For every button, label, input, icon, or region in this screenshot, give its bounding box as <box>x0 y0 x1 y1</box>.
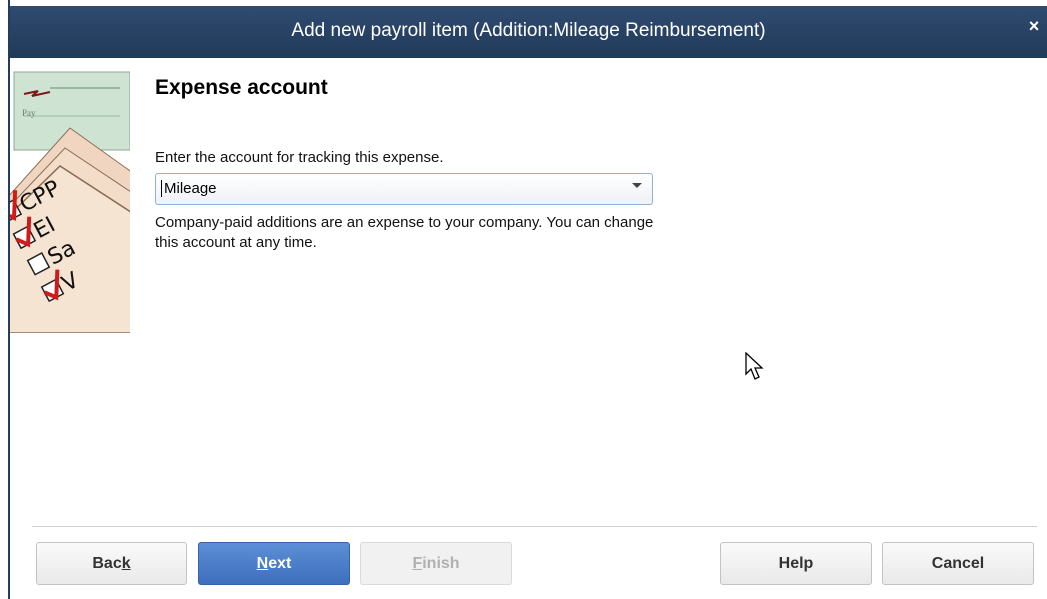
title-bar[interactable]: Add new payroll item (Addition:Mileage R… <box>10 6 1047 58</box>
account-prompt-label: Enter the account for tracking this expe… <box>155 149 444 166</box>
expense-account-select[interactable]: Mileage <box>155 173 653 205</box>
chevron-down-icon[interactable] <box>632 183 642 188</box>
help-button[interactable]: Help <box>720 542 872 585</box>
cancel-button[interactable]: Cancel <box>882 542 1034 585</box>
finish-label-hotkey: F <box>412 555 423 572</box>
mouse-pointer-icon <box>745 352 764 380</box>
back-button[interactable]: Back <box>36 542 187 585</box>
checklist-graphic: Pay CPP EI Sa V <box>10 58 130 333</box>
footer-divider <box>32 526 1037 527</box>
back-label-pre: Bac <box>92 555 122 572</box>
page-title: Expense account <box>155 76 328 99</box>
svg-text:Pay: Pay <box>22 108 36 118</box>
payroll-checklist-illustration: Pay CPP EI Sa V <box>10 58 130 333</box>
next-label-hotkey: N <box>256 555 269 572</box>
dialog-window: Add new payroll item (Addition:Mileage R… <box>8 0 1047 599</box>
description-line-2: this account at any time. <box>155 234 317 251</box>
window-title: Add new payroll item (Addition:Mileage R… <box>291 20 766 41</box>
description-line-1: Company-paid additions are an expense to… <box>155 214 654 231</box>
expense-account-value: Mileage <box>161 180 217 197</box>
finish-label-post: inish <box>422 555 460 572</box>
account-description: Company-paid additions are an expense to… <box>155 213 815 253</box>
next-label-post: ext <box>268 555 292 572</box>
back-label-hotkey: k <box>121 555 131 572</box>
finish-button[interactable]: Finish <box>360 542 512 585</box>
next-button[interactable]: Next <box>198 542 350 585</box>
close-icon[interactable]: × <box>1025 16 1043 36</box>
